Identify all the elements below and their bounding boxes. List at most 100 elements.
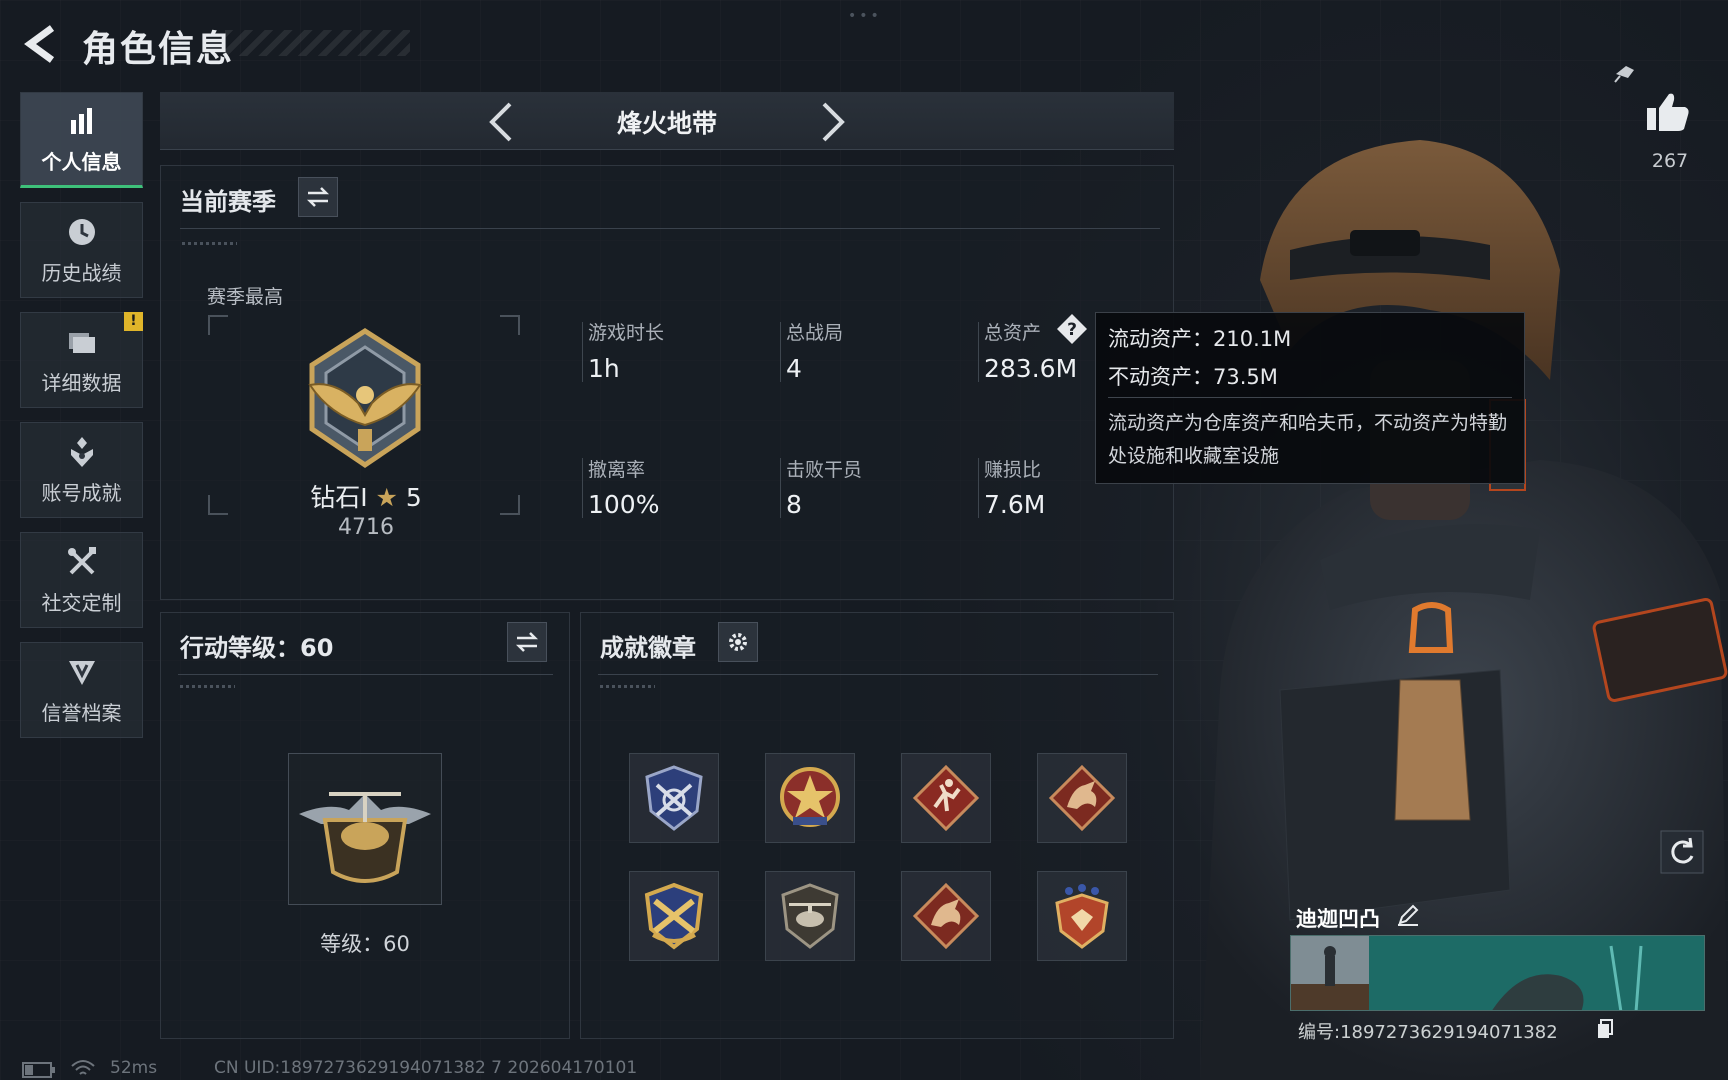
swap-arrows-icon	[306, 187, 330, 207]
shield-badge-icon	[68, 660, 95, 685]
achievement-settings-button[interactable]	[718, 622, 758, 662]
level-text: 等级：60	[320, 932, 410, 956]
drag-handle[interactable]: •••	[848, 8, 882, 24]
crossed-missiles-shield-icon	[644, 882, 704, 950]
stat-value: 100%	[588, 490, 660, 519]
stat-label: 击败干员	[786, 459, 863, 481]
sidebar-item-label: 账号成就	[41, 480, 122, 505]
rank-score: 4716	[338, 515, 394, 540]
sidebar-item-label: 个人信息	[41, 149, 122, 174]
divider-decoration	[182, 242, 237, 245]
bar-chart-icon	[70, 107, 92, 134]
next-mode-arrow-icon[interactable]	[812, 100, 852, 144]
sidebar-item-social[interactable]: 社交定制	[20, 532, 143, 628]
back-arrow-icon[interactable]	[20, 22, 60, 66]
achievement-badge[interactable]	[629, 871, 719, 961]
achievements-divider	[598, 674, 1158, 675]
player-id: 编号:1897273629194071382	[1298, 1022, 1558, 1043]
assets-tooltip: 流动资产：210.1M 不动资产：73.5M 流动资产为仓库资产和哈夫币，不动资…	[1095, 312, 1525, 484]
stat-label: 赚损比	[984, 459, 1042, 481]
fixed-assets-text: 不动资产：73.5M	[1108, 365, 1278, 389]
switch-level-button[interactable]	[507, 622, 547, 662]
dragon-diamond-icon	[1048, 764, 1116, 832]
divider-decoration	[600, 685, 655, 688]
achievement-badge[interactable]	[1037, 753, 1127, 843]
season-title: 当前赛季	[180, 188, 276, 216]
pin-icon[interactable]	[1612, 62, 1638, 84]
stars-crest-icon	[1055, 884, 1109, 949]
achievement-badge[interactable]	[901, 753, 991, 843]
folder-icon	[68, 332, 95, 353]
stat-label: 游戏时长	[588, 322, 665, 344]
page-title: 角色信息	[82, 29, 235, 70]
rank-stars: 5	[405, 483, 422, 512]
switch-season-button[interactable]	[298, 177, 338, 217]
gear-icon	[729, 633, 747, 651]
stat-divider	[582, 322, 583, 382]
sidebar-item-profile[interactable]: 个人信息	[20, 92, 143, 188]
stat-label: 总战局	[786, 322, 844, 344]
mode-selector: 烽火地带	[160, 92, 1174, 150]
sidebar-item-label: 社交定制	[41, 590, 122, 615]
achievement-badge[interactable]	[629, 753, 719, 843]
stat-divider	[582, 458, 583, 518]
history-clock-icon	[68, 218, 95, 245]
star-emblem-icon	[780, 767, 840, 827]
stat-label: 总资产	[984, 322, 1042, 344]
sidebar-item-label: 详细数据	[41, 370, 122, 395]
wifi-icon	[71, 1060, 95, 1075]
battery-icon	[22, 1062, 55, 1078]
banner-image	[1291, 936, 1704, 1010]
help-icon[interactable]: ?	[1056, 313, 1088, 345]
achievement-badge[interactable]	[901, 871, 991, 961]
liquid-assets-text: 流动资产：210.1M	[1108, 327, 1292, 351]
achievement-badge[interactable]	[765, 753, 855, 843]
tools-icon	[67, 546, 96, 574]
runner-diamond-icon	[912, 764, 980, 832]
uid-text: CN UID:1897273629194071382 7 20260417010…	[214, 1058, 638, 1078]
stat-divider	[978, 322, 979, 382]
sidebar-item-details[interactable]: ! 详细数据	[20, 312, 143, 408]
mode-title: 烽火地带	[616, 109, 717, 138]
copy-icon[interactable]	[1597, 1019, 1613, 1039]
crossed-rifles-shield-icon	[645, 765, 703, 831]
ping-text: 52ms	[110, 1058, 158, 1078]
rank-tier: 钻石Ⅰ	[310, 483, 368, 512]
stat-label: 撤离率	[588, 459, 646, 481]
profile-banner[interactable]	[1290, 935, 1705, 1011]
thumbs-up-icon[interactable]	[1645, 90, 1691, 134]
star-icon: ★	[375, 483, 398, 512]
character-name: 迪迦凹凸	[1296, 907, 1380, 931]
action-level-title: 行动等级：60	[180, 634, 334, 662]
frame-corner	[500, 495, 520, 515]
notice-badge: !	[124, 312, 143, 331]
stat-value: 4	[786, 354, 802, 383]
dragon-diamond-icon	[912, 882, 980, 950]
sidebar-item-achievements[interactable]: 账号成就	[20, 422, 143, 518]
edit-pencil-icon[interactable]	[1396, 903, 1420, 927]
sidebar-item-history[interactable]: 历史战绩	[20, 202, 143, 298]
achievement-badge[interactable]	[1037, 871, 1127, 961]
sidebar-item-label: 信誉档案	[41, 700, 122, 725]
sidebar-item-label: 历史战绩	[41, 260, 122, 285]
stat-divider	[780, 458, 781, 518]
swap-arrows-icon	[515, 632, 539, 652]
level-divider	[178, 674, 553, 675]
achievement-badge[interactable]	[765, 871, 855, 961]
stat-divider	[780, 322, 781, 382]
rotate-icon[interactable]	[1660, 830, 1704, 874]
frame-corner	[208, 315, 228, 335]
helicopter-shield-icon	[781, 883, 839, 949]
stat-value: 1h	[588, 354, 620, 383]
sidebar-item-reputation[interactable]: 信誉档案	[20, 642, 143, 738]
diamond-rank-eagle-icon	[308, 328, 422, 469]
svg-text:?: ?	[1067, 320, 1077, 340]
tooltip-divider	[1108, 397, 1512, 398]
stat-value: 7.6M	[984, 490, 1046, 519]
title-decoration	[225, 30, 410, 56]
level-emblem-frame	[288, 753, 442, 905]
frame-corner	[208, 495, 228, 515]
achievements-title: 成就徽章	[600, 634, 696, 662]
stat-divider	[978, 458, 979, 518]
helicopter-emblem-icon	[299, 792, 431, 883]
